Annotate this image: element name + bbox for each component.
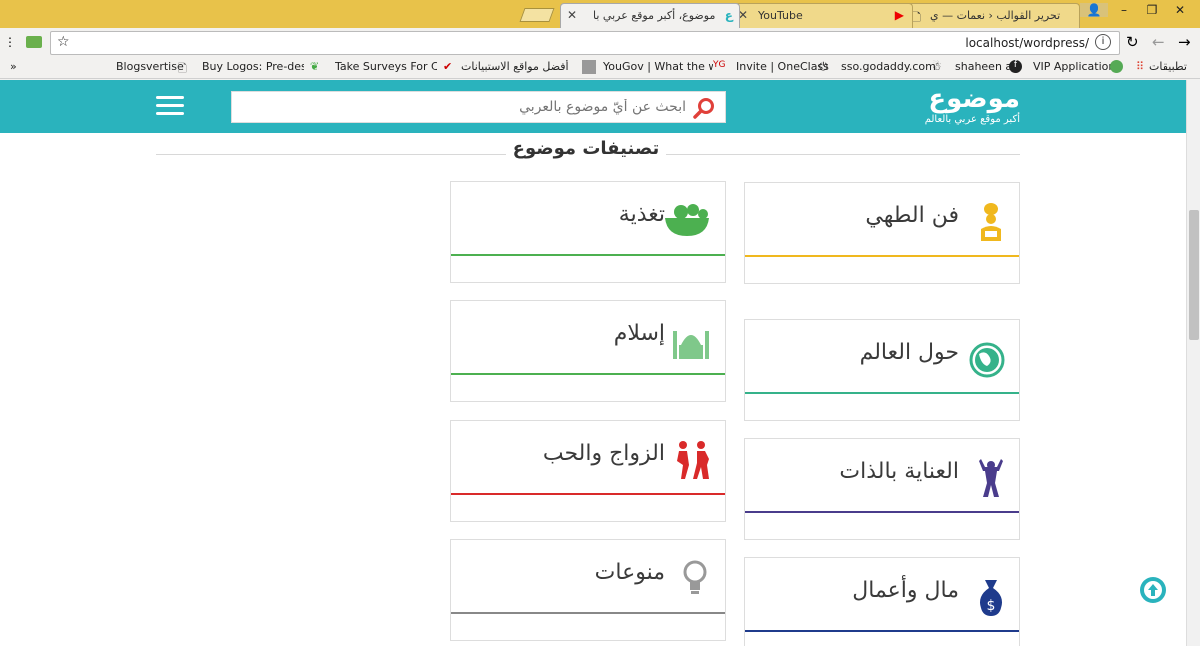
- tab-title: YouTube: [758, 9, 803, 22]
- reload-icon[interactable]: ↻: [1126, 33, 1139, 51]
- leaf-icon: ❦: [310, 60, 320, 73]
- category-underline: [451, 493, 725, 495]
- category-underline: [745, 255, 1019, 257]
- tab-strip: 🗋 تحرير القوالب ‹ نعمات — ي YouTube ▶ ✕ …: [0, 0, 1200, 28]
- category-title: منوعات: [594, 560, 665, 585]
- forward-icon[interactable]: ←: [1152, 33, 1165, 51]
- address-bar[interactable]: ☆ localhost/wordpress/ i: [50, 31, 1120, 55]
- category-title: الزواج والحب: [542, 441, 665, 466]
- category-card-cooking[interactable]: فن الطهي: [744, 182, 1020, 284]
- arrow-up-icon: [1144, 581, 1162, 599]
- category-underline: [451, 612, 725, 614]
- minimize-icon[interactable]: –: [1110, 3, 1138, 17]
- whatsapp-icon: [1110, 60, 1123, 73]
- tab-mawdoo3[interactable]: ✕ موضوع، أكبر موقع عربي با ع: [560, 3, 740, 28]
- restore-icon[interactable]: ❐: [1138, 3, 1166, 17]
- hamburger-menu-icon[interactable]: [156, 96, 184, 118]
- bookmark-star-icon[interactable]: ☆: [57, 34, 70, 50]
- svg-text:$: $: [987, 598, 996, 614]
- bookmark-item[interactable]: Take Surveys For Cash: [335, 60, 437, 73]
- bookmarks-overflow[interactable]: »: [10, 60, 17, 73]
- site-logo[interactable]: موضوع أكبر موقع عربي بالعالم: [925, 86, 1020, 125]
- page-scrollbar[interactable]: [1186, 80, 1200, 646]
- category-underline: [451, 254, 725, 256]
- apps-grid-icon: ⠿: [1136, 60, 1145, 73]
- extension-icon[interactable]: [26, 36, 42, 48]
- bookmark-item[interactable]: sso.godaddy.com: [841, 60, 936, 73]
- bookmark-item[interactable]: YouGov | What the wo: [603, 60, 713, 73]
- scrollbar-thumb[interactable]: [1189, 210, 1199, 340]
- facebook-icon: f: [1009, 60, 1022, 73]
- bookmark-item[interactable]: Buy Logos: Pre-design: [202, 60, 304, 73]
- site-header: موضوع أكبر موقع عربي بالعالم: [0, 80, 1186, 133]
- bookmark-item[interactable]: shaheen a: [955, 60, 1012, 73]
- category-card-selfcare[interactable]: العناية بالذات: [744, 438, 1020, 540]
- money-bag-icon: $: [980, 580, 1002, 616]
- bookmark-apps[interactable]: تطبيقات: [1149, 60, 1187, 73]
- mosque-icon: [673, 331, 709, 359]
- section-header: تصنيفات موضوع: [156, 138, 1020, 172]
- info-icon[interactable]: i: [1095, 34, 1111, 50]
- category-card-marriage[interactable]: الزواج والحب: [450, 420, 726, 522]
- couple-icon: [677, 441, 709, 479]
- category-title: فن الطهي: [865, 203, 959, 228]
- logo-text: موضوع: [928, 84, 1020, 114]
- category-underline: [745, 511, 1019, 513]
- youtube-icon: ▶: [894, 8, 904, 22]
- logo-tagline: أكبر موقع عربي بالعالم: [924, 114, 1020, 125]
- lightbulb-icon: [683, 560, 707, 594]
- fruit-basket-icon: [665, 204, 709, 236]
- page-content: موضوع أكبر موقع عربي بالعالم تصنيفات موض…: [0, 80, 1186, 646]
- category-title: العناية بالذات: [839, 459, 959, 484]
- address-row: ⋮ ☆ localhost/wordpress/ i ↻ ← →: [0, 30, 1200, 56]
- globe-icon: [969, 342, 1005, 378]
- close-tab-icon[interactable]: ✕: [567, 8, 577, 22]
- checkbox-icon: ✔: [443, 60, 453, 73]
- category-title: تغذية: [618, 202, 665, 227]
- mawdoo3-favicon-icon: ع: [724, 8, 733, 22]
- tab-edit-templates[interactable]: 🗋 تحرير القوالب ‹ نعمات — ي: [905, 3, 1080, 28]
- bookmark-item[interactable]: أفضل مواقع الاستبيانات: [461, 60, 569, 73]
- search-input[interactable]: [232, 92, 692, 122]
- person-icon: ☃: [932, 60, 942, 73]
- page-icon: 🗋: [178, 62, 187, 75]
- divider: [156, 154, 506, 155]
- bookmark-item[interactable]: Invite | OneClass: [736, 60, 829, 73]
- category-underline: [745, 630, 1019, 632]
- close-window-icon[interactable]: ✕: [1166, 3, 1194, 17]
- category-card-misc[interactable]: منوعات: [450, 539, 726, 641]
- category-title: مال وأعمال: [852, 578, 959, 603]
- profile-icon[interactable]: 👤: [1080, 3, 1108, 17]
- category-underline: [451, 373, 725, 375]
- url-text: localhost/wordpress/: [965, 36, 1089, 50]
- back-icon[interactable]: →: [1178, 33, 1191, 51]
- new-tab-button[interactable]: [519, 8, 555, 22]
- category-underline: [745, 392, 1019, 394]
- avatar: [582, 60, 596, 74]
- bookmark-item[interactable]: Blogsvertise: [116, 60, 184, 73]
- bodybuilder-icon: [979, 459, 1003, 497]
- power-icon: ⏻: [819, 60, 828, 73]
- browser-chrome: 🗋 تحرير القوالب ‹ نعمات — ي YouTube ▶ ✕ …: [0, 0, 1200, 80]
- category-card-islam[interactable]: إسلام: [450, 300, 726, 402]
- section-title: تصنيفات موضوع: [512, 138, 660, 159]
- bookmark-item[interactable]: VIP Application: [1033, 60, 1115, 73]
- more-vert-icon[interactable]: ⋮: [4, 35, 16, 49]
- category-card-business[interactable]: مال وأعمال $: [744, 557, 1020, 646]
- category-card-world[interactable]: حول العالم: [744, 319, 1020, 421]
- search-icon[interactable]: [693, 97, 715, 123]
- bookmarks-bar: » Blogsvertise 🗋 Buy Logos: Pre-design ❦…: [0, 57, 1200, 79]
- tab-title: موضوع، أكبر موقع عربي با: [593, 9, 716, 22]
- chef-icon: [981, 203, 1001, 241]
- tab-title: تحرير القوالب ‹ نعمات — ي: [930, 9, 1061, 22]
- category-title: حول العالم: [859, 340, 959, 365]
- search-box: [231, 91, 726, 123]
- page-icon: 🗋: [912, 11, 921, 24]
- yougov-icon: YG: [713, 60, 726, 70]
- category-card-nutrition[interactable]: تغذية: [450, 181, 726, 283]
- tab-youtube[interactable]: YouTube ▶ ✕: [733, 3, 913, 28]
- divider: [666, 154, 1020, 155]
- category-title: إسلام: [613, 321, 665, 346]
- back-to-top-button[interactable]: [1140, 577, 1166, 603]
